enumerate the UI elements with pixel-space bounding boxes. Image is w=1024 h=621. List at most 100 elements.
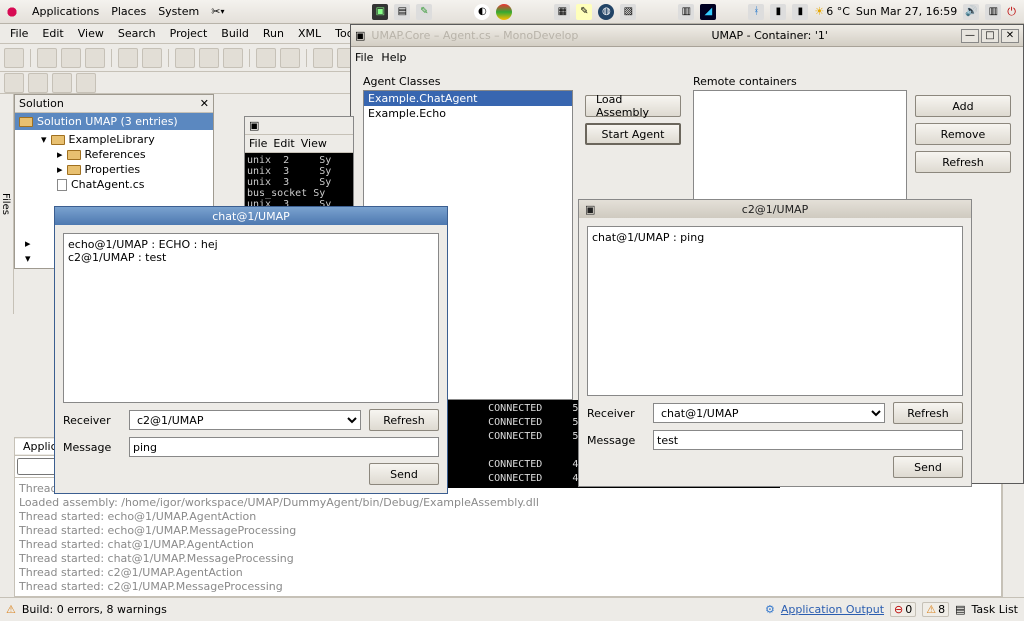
volume-icon[interactable]: 🔊 [963, 4, 979, 20]
remove-button[interactable]: Remove [915, 123, 1011, 145]
notes-icon[interactable]: ✎ [576, 4, 592, 20]
tasklist-icon[interactable]: ▤ [955, 603, 965, 616]
tree-label: ChatAgent.cs [71, 178, 145, 191]
tb-saveall-icon[interactable] [85, 48, 105, 68]
scissors-icon[interactable]: ✂ [211, 5, 220, 18]
monitor-icon[interactable]: ▥ [678, 4, 694, 20]
bluetooth-icon[interactable]: ᚼ [748, 4, 764, 20]
gear-icon[interactable]: ⚙ [765, 603, 775, 616]
security-icon[interactable]: ▮ [792, 4, 808, 20]
menu-places[interactable]: Places [105, 3, 152, 20]
ide-menu-run[interactable]: Run [257, 25, 290, 42]
ide-menu-project[interactable]: Project [164, 25, 214, 42]
terminal-window: ▣ File Edit View unix 2 Sy unix 3 Sy uni… [244, 116, 354, 208]
cpu-graph-icon[interactable]: ◢ [700, 4, 716, 20]
minimize-button[interactable]: — [961, 29, 979, 43]
ide-menu-xml[interactable]: XML [292, 25, 327, 42]
app2-icon[interactable]: ▧ [620, 4, 636, 20]
chat2-send-button[interactable]: Send [893, 456, 963, 478]
application-output-link[interactable]: Application Output [781, 603, 884, 616]
agent-row-echo[interactable]: Example.Echo [364, 106, 572, 121]
tb2-2-icon[interactable] [28, 73, 48, 93]
container-menu-file[interactable]: File [355, 51, 373, 64]
chat2-titlebar[interactable]: ▣ c2@1/UMAP [579, 200, 971, 218]
terminal-icon[interactable]: ▣ [372, 4, 388, 20]
chat1-message-input[interactable] [129, 437, 439, 457]
clock[interactable]: Sun Mar 27, 16:59 [856, 5, 957, 18]
tb2-3-icon[interactable] [52, 73, 72, 93]
network-icon[interactable]: ▮ [770, 4, 786, 20]
folder-icon [67, 150, 81, 160]
tb-zoom-icon[interactable] [313, 48, 333, 68]
term-menu-edit[interactable]: Edit [273, 137, 294, 150]
tray-extra-icon[interactable]: ▥ [985, 4, 1001, 20]
ide-menu-file[interactable]: File [4, 25, 34, 42]
tool-icon[interactable]: ✎ [416, 4, 432, 20]
menu-applications[interactable]: Applications [26, 3, 105, 20]
container-menu-help[interactable]: Help [381, 51, 406, 64]
ide-menu-view[interactable]: View [72, 25, 110, 42]
dropdown-arrow-icon[interactable]: ▾ [220, 7, 224, 16]
tree-item-lib[interactable]: ▾ExampleLibrary [15, 132, 213, 147]
warning-badge[interactable]: ⚠8 [922, 602, 949, 617]
tb-redo-icon[interactable] [142, 48, 162, 68]
maximize-button[interactable]: □ [981, 29, 999, 43]
side-tab-files[interactable]: Files [0, 94, 14, 314]
ide-menu-edit[interactable]: Edit [36, 25, 69, 42]
container-titlebar[interactable]: ▣ UMAP.Core – Agent.cs – MonoDevelop UMA… [351, 25, 1023, 47]
container-menubar: File Help [351, 47, 1023, 67]
tb-cut-icon[interactable] [175, 48, 195, 68]
agent-row-chatagent[interactable]: Example.ChatAgent [364, 91, 572, 106]
sun-icon: ☀ [814, 5, 824, 18]
chat2-message-input[interactable] [653, 430, 963, 450]
app1-icon[interactable]: ▦ [554, 4, 570, 20]
tb-back-icon[interactable] [256, 48, 276, 68]
debian-logo-icon[interactable] [4, 4, 20, 20]
window-icon: ▣ [585, 203, 595, 216]
add-button[interactable]: Add [915, 95, 1011, 117]
menu-system[interactable]: System [152, 3, 205, 20]
tb2-1-icon[interactable] [4, 73, 24, 93]
browser-icon[interactable]: ◐ [474, 4, 490, 20]
chat1-send-button[interactable]: Send [369, 463, 439, 485]
close-button[interactable]: ✕ [1001, 29, 1019, 43]
tb2-4-icon[interactable] [76, 73, 96, 93]
container-title-faded: UMAP.Core – Agent.cs – MonoDevelop [371, 29, 578, 42]
chat1-receiver-select[interactable]: c2@1/UMAP [129, 410, 361, 430]
term-menu-view[interactable]: View [301, 137, 327, 150]
solution-root[interactable]: Solution UMAP (3 entries) [15, 113, 213, 130]
solution-title: Solution [19, 97, 64, 110]
chrome-icon[interactable] [496, 4, 512, 20]
tb-undo-icon[interactable] [118, 48, 138, 68]
tb-save-icon[interactable] [61, 48, 81, 68]
tree-item-refs[interactable]: ▸References [15, 147, 213, 162]
tb-paste-icon[interactable] [223, 48, 243, 68]
shutdown-icon[interactable]: ⏻ [1007, 5, 1016, 19]
panel-close-icon[interactable]: ✕ [200, 97, 209, 110]
tree-item-file[interactable]: ChatAgent.cs [15, 177, 213, 192]
start-agent-button[interactable]: Start Agent [585, 123, 681, 145]
weather-widget[interactable]: ☀ 6 °C [814, 5, 850, 18]
tb-copy-icon[interactable] [199, 48, 219, 68]
globe-icon[interactable]: ◍ [598, 4, 614, 20]
chat2-refresh-button[interactable]: Refresh [893, 402, 963, 424]
tasklist-link[interactable]: Task List [972, 603, 1018, 616]
tb-fwd-icon[interactable] [280, 48, 300, 68]
chat1-message-label: Message [63, 441, 121, 454]
build-status: Build: 0 errors, 8 warnings [22, 603, 167, 616]
note-icon[interactable]: ▤ [394, 4, 410, 20]
terminal-content[interactable]: unix 2 Sy unix 3 Sy unix 3 Sy bus_socket… [245, 153, 353, 207]
tb-open-icon[interactable] [37, 48, 57, 68]
refresh-remote-button[interactable]: Refresh [915, 151, 1011, 173]
chat1-titlebar[interactable]: chat@1/UMAP [55, 207, 447, 225]
chat2-receiver-select[interactable]: chat@1/UMAP [653, 403, 885, 423]
chat1-refresh-button[interactable]: Refresh [369, 409, 439, 431]
ide-menu-build[interactable]: Build [215, 25, 255, 42]
term-menu-file[interactable]: File [249, 137, 267, 150]
error-badge[interactable]: ⊖0 [890, 602, 916, 617]
tb-new-icon[interactable] [4, 48, 24, 68]
ide-statusbar: ⚠ Build: 0 errors, 8 warnings ⚙ Applicat… [0, 597, 1024, 621]
ide-menu-search[interactable]: Search [112, 25, 162, 42]
load-assembly-button[interactable]: Load Assembly [585, 95, 681, 117]
tree-item-props[interactable]: ▸Properties [15, 162, 213, 177]
